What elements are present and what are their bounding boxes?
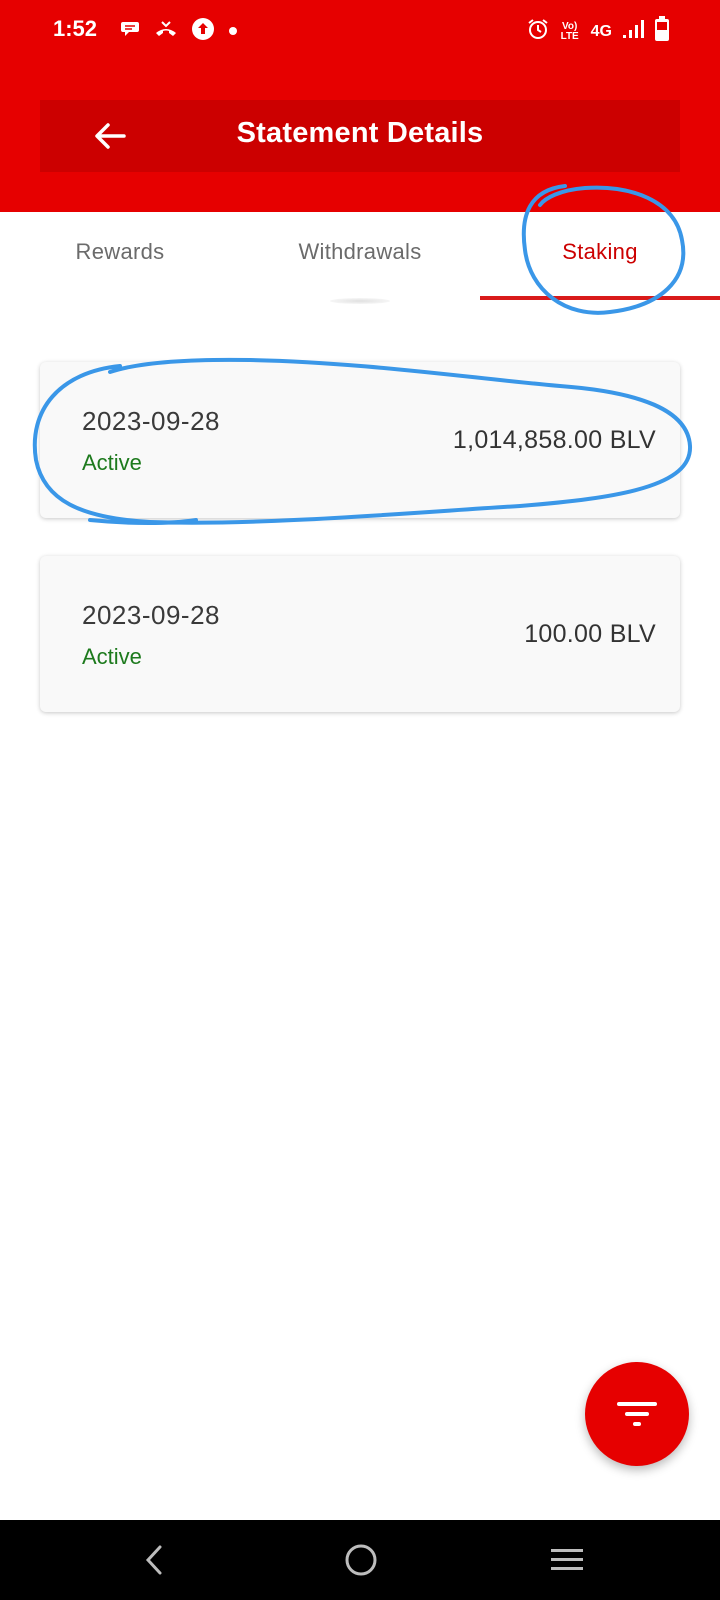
staking-item[interactable]: 2023-09-28 Active 1,014,858.00 BLV [40, 362, 680, 518]
tab-staking[interactable]: Staking [480, 212, 720, 302]
tab-indicator-shadow [330, 298, 390, 304]
staking-amount: 1,014,858.00 BLV [452, 426, 656, 454]
staking-status: Active [82, 644, 142, 669]
staking-amount: 100.00 BLV [524, 620, 656, 648]
network-type: 4G [590, 22, 612, 40]
header: Statement Details [40, 100, 680, 172]
staking-date: 2023-09-28 [82, 406, 220, 436]
alarm-icon [527, 18, 549, 45]
home-nav-icon [345, 1544, 377, 1576]
active-tab-indicator [480, 296, 720, 300]
home-nav-button[interactable] [339, 1538, 383, 1582]
back-nav-icon [145, 1545, 162, 1575]
battery-icon [654, 16, 670, 47]
filter-button[interactable] [585, 1362, 689, 1466]
upload-icon [192, 18, 214, 45]
staking-item[interactable]: 2023-09-28 Active 100.00 BLV [40, 556, 680, 712]
filter-icon [617, 1402, 657, 1426]
recents-nav-button[interactable] [545, 1538, 589, 1582]
dot-icon [228, 23, 238, 41]
missed-call-icon [154, 20, 178, 43]
status-time: 1:52 [53, 16, 98, 41]
status-bar: 1:52 Vo) LTE 4G [0, 0, 720, 62]
back-nav-button[interactable] [132, 1538, 176, 1582]
page-title: Statement Details [236, 117, 484, 149]
status-notification-icons [120, 18, 238, 45]
chat-bubble-icon [120, 20, 140, 43]
volte-icon: Vo) LTE [560, 20, 579, 42]
staking-date: 2023-09-28 [82, 600, 220, 630]
tab-rewards[interactable]: Rewards [0, 212, 240, 302]
recents-nav-icon [551, 1549, 583, 1570]
system-nav-bar [0, 1520, 720, 1600]
signal-icon [622, 19, 644, 44]
tab-bar: Rewards Withdrawals Staking [0, 212, 720, 302]
staking-status: Active [82, 450, 142, 475]
status-system-icons: Vo) LTE 4G [527, 16, 670, 47]
app-top-bar: 1:52 Vo) LTE 4G Statement Details [0, 0, 720, 212]
tab-withdrawals[interactable]: Withdrawals [240, 212, 480, 302]
